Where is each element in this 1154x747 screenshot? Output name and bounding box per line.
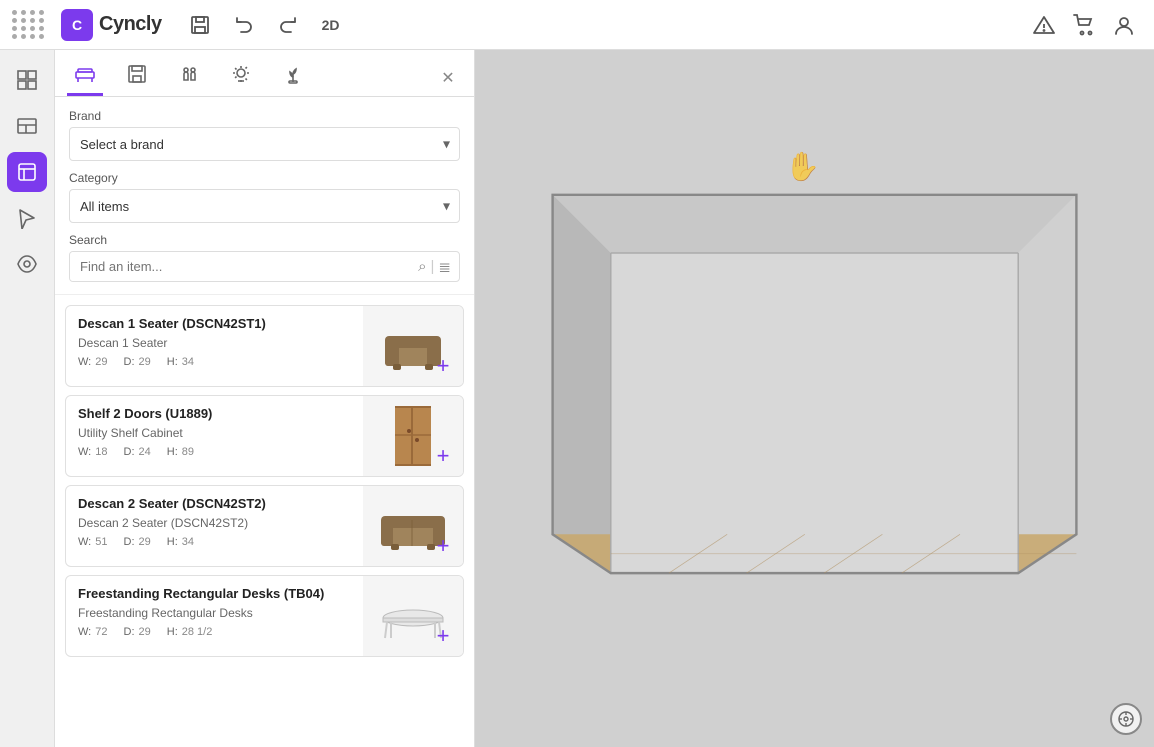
search-group: Search ⌕ | ≣ [69, 233, 460, 282]
panel-header: ✕ [55, 50, 474, 97]
item-thumbnail: + [363, 306, 463, 386]
app-grid-icon [12, 10, 45, 39]
add-item-button[interactable]: + [429, 532, 457, 560]
item-subtitle: Utility Shelf Cabinet [78, 426, 351, 440]
cart-button[interactable] [1066, 7, 1102, 43]
redo-button[interactable] [270, 7, 306, 43]
filter-icon[interactable]: ≣ [438, 258, 451, 276]
user-button[interactable] [1106, 7, 1142, 43]
tab-move[interactable] [171, 60, 207, 96]
cursor-button[interactable] [7, 198, 47, 238]
tab-furniture[interactable] [67, 60, 103, 96]
divider: | [431, 258, 435, 275]
design-tool-button[interactable] [7, 60, 47, 100]
item-info: Descan 2 Seater (DSCN42ST2) Descan 2 Sea… [66, 486, 363, 566]
app-logo: C Cyncly [61, 9, 162, 41]
logo-icon: C [61, 9, 93, 41]
item-subtitle: Freestanding Rectangular Desks [78, 606, 351, 620]
search-input[interactable] [70, 252, 410, 281]
tab-light[interactable] [223, 60, 259, 96]
viewport-compass[interactable] [1110, 703, 1142, 735]
item-info: Shelf 2 Doors (U1889) Utility Shelf Cabi… [66, 396, 363, 476]
category-select[interactable]: All items [69, 189, 460, 223]
undo-button[interactable] [226, 7, 262, 43]
add-item-button[interactable]: + [429, 442, 457, 470]
left-sidebar [0, 50, 55, 747]
add-item-button[interactable]: + [429, 622, 457, 650]
item-subtitle: Descan 1 Seater [78, 336, 351, 350]
viewport[interactable]: ✋ [475, 50, 1154, 747]
search-icon[interactable]: ⌕ [418, 258, 426, 275]
item-thumbnail: + [363, 396, 463, 476]
save-button[interactable] [182, 7, 218, 43]
list-item: Freestanding Rectangular Desks (TB04) Fr… [65, 575, 464, 657]
item-info: Freestanding Rectangular Desks (TB04) Fr… [66, 576, 363, 656]
list-item: Descan 1 Seater (DSCN42ST1) Descan 1 Sea… [65, 305, 464, 387]
panel-close-button[interactable]: ✕ [434, 64, 462, 92]
item-dims: W:18 D:24 H:89 [78, 446, 351, 458]
brand-select[interactable]: Select a brand [69, 127, 460, 161]
item-name: Shelf 2 Doors (U1889) [78, 406, 351, 423]
category-label: Category [69, 171, 460, 185]
item-subtitle: Descan 2 Seater (DSCN42ST2) [78, 516, 351, 530]
floor-plan-button[interactable] [7, 106, 47, 146]
brand-label: Brand [69, 109, 460, 123]
item-panel: ✕ Brand Select a brand Category All item… [55, 50, 475, 747]
item-thumbnail: + [363, 576, 463, 656]
item-info: Descan 1 Seater (DSCN42ST1) Descan 1 Sea… [66, 306, 363, 386]
category-select-wrapper: All items [69, 189, 460, 223]
topbar: C Cyncly 2D [0, 0, 1154, 50]
item-list: Descan 1 Seater (DSCN42ST1) Descan 1 Sea… [55, 295, 474, 747]
list-item: Shelf 2 Doors (U1889) Utility Shelf Cabi… [65, 395, 464, 477]
topbar-right-actions [1026, 7, 1142, 43]
brand-select-wrapper: Select a brand [69, 127, 460, 161]
view-2d-button[interactable]: 2D [314, 13, 348, 37]
item-name: Descan 2 Seater (DSCN42ST2) [78, 496, 351, 513]
view-button[interactable] [7, 244, 47, 284]
search-label: Search [69, 233, 460, 247]
app-name: Cyncly [99, 13, 162, 36]
search-icons: ⌕ | ≣ [410, 258, 459, 276]
brand-filter-group: Brand Select a brand [69, 109, 460, 161]
item-name: Freestanding Rectangular Desks (TB04) [78, 586, 351, 603]
catalog-button[interactable] [7, 152, 47, 192]
item-dims: W:51 D:29 H:34 [78, 536, 351, 548]
item-dims: W:29 D:29 H:34 [78, 356, 351, 368]
add-item-button[interactable]: + [429, 352, 457, 380]
alert-button[interactable] [1026, 7, 1062, 43]
item-thumbnail: + [363, 486, 463, 566]
category-filter-group: Category All items [69, 171, 460, 223]
item-dims: W:72 D:29 H:28 1/2 [78, 626, 351, 638]
room-3d-view [475, 50, 1154, 747]
tab-plant[interactable] [275, 60, 311, 96]
item-name: Descan 1 Seater (DSCN42ST1) [78, 316, 351, 333]
search-input-wrap: ⌕ | ≣ [69, 251, 460, 282]
main-area: ✕ Brand Select a brand Category All item… [0, 50, 1154, 747]
list-item: Descan 2 Seater (DSCN42ST2) Descan 2 Sea… [65, 485, 464, 567]
tab-save[interactable] [119, 60, 155, 96]
panel-filters: Brand Select a brand Category All items … [55, 97, 474, 295]
